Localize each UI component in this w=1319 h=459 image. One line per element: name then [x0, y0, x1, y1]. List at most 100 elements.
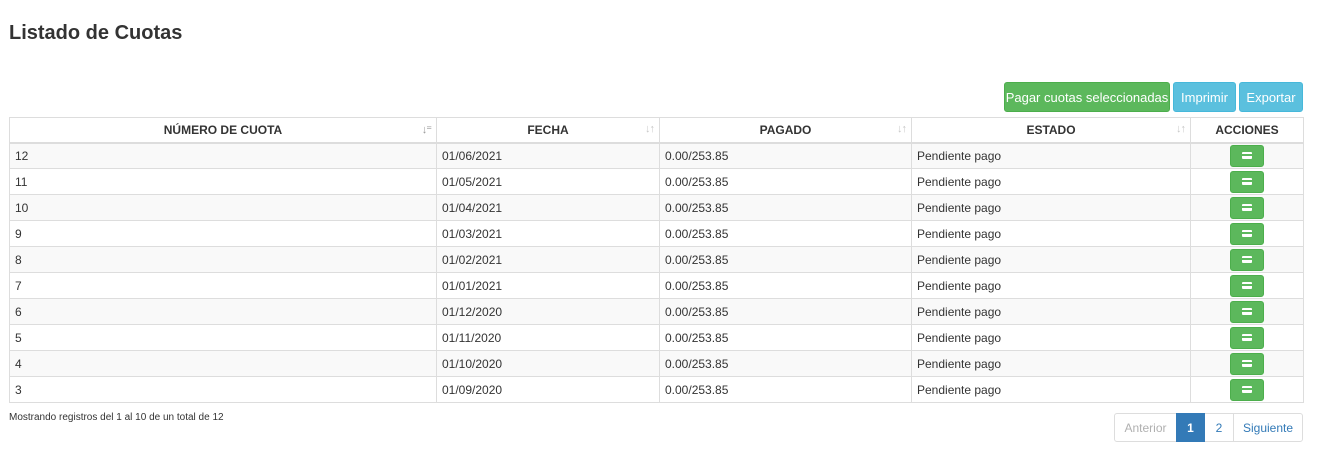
- cell-fecha: 01/05/2021: [436, 168, 660, 195]
- column-label: ESTADO: [1026, 122, 1076, 137]
- cell-pagado: 0.00/253.85: [659, 272, 912, 299]
- table-row[interactable]: 10 01/04/2021 0.00/253.85 Pendiente pago: [9, 194, 1304, 221]
- cell-numero: 3: [9, 376, 437, 403]
- pagination-page-2[interactable]: 2: [1204, 413, 1234, 442]
- pay-selected-button[interactable]: Pagar cuotas seleccionadas: [1004, 82, 1170, 112]
- cell-fecha: 01/12/2020: [436, 298, 660, 325]
- credit-card-icon: [1242, 386, 1252, 393]
- pagination-page-1[interactable]: 1: [1176, 413, 1205, 442]
- table-row[interactable]: 11 01/05/2021 0.00/253.85 Pendiente pago: [9, 168, 1304, 195]
- cell-fecha: 01/02/2021: [436, 246, 660, 273]
- column-label: FECHA: [527, 122, 569, 137]
- cell-estado: Pendiente pago: [911, 194, 1191, 221]
- column-header-pagado[interactable]: PAGADO ↓↑: [659, 117, 912, 144]
- cell-numero: 11: [9, 168, 437, 195]
- table-row[interactable]: 8 01/02/2021 0.00/253.85 Pendiente pago: [9, 246, 1304, 273]
- cuotas-table: NÚMERO DE CUOTA ↓⁼ FECHA ↓↑ PAGADO ↓↑ ES…: [9, 117, 1304, 403]
- cell-pagado: 0.00/253.85: [659, 142, 912, 169]
- page-title: Listado de Cuotas: [9, 22, 183, 44]
- pay-installment-button[interactable]: [1230, 352, 1264, 375]
- cell-acciones: [1190, 376, 1304, 403]
- pay-installment-button[interactable]: [1230, 378, 1264, 401]
- pay-installment-button[interactable]: [1230, 274, 1264, 297]
- cell-acciones: [1190, 246, 1304, 273]
- cell-pagado: 0.00/253.85: [659, 298, 912, 325]
- credit-card-icon: [1242, 204, 1252, 211]
- table-row[interactable]: 3 01/09/2020 0.00/253.85 Pendiente pago: [9, 376, 1304, 403]
- table-row[interactable]: 4 01/10/2020 0.00/253.85 Pendiente pago: [9, 350, 1304, 377]
- cell-acciones: [1190, 168, 1304, 195]
- sort-both-icon: ↓↑: [645, 123, 655, 135]
- cell-acciones: [1190, 142, 1304, 169]
- cell-acciones: [1190, 194, 1304, 221]
- table-header-row: NÚMERO DE CUOTA ↓⁼ FECHA ↓↑ PAGADO ↓↑ ES…: [9, 117, 1304, 144]
- cell-estado: Pendiente pago: [911, 324, 1191, 351]
- cell-estado: Pendiente pago: [911, 376, 1191, 403]
- pagination-next[interactable]: Siguiente: [1233, 413, 1303, 442]
- pagination: Anterior 1 2 Siguiente: [1114, 413, 1303, 442]
- cell-pagado: 0.00/253.85: [659, 220, 912, 247]
- cell-numero: 6: [9, 298, 437, 325]
- column-header-acciones: ACCIONES: [1190, 117, 1304, 144]
- cell-pagado: 0.00/253.85: [659, 324, 912, 351]
- cell-fecha: 01/06/2021: [436, 142, 660, 169]
- credit-card-icon: [1242, 308, 1252, 315]
- credit-card-icon: [1242, 230, 1252, 237]
- cell-pagado: 0.00/253.85: [659, 376, 912, 403]
- cell-fecha: 01/09/2020: [436, 376, 660, 403]
- cell-estado: Pendiente pago: [911, 298, 1191, 325]
- table-toolbar: Pagar cuotas seleccionadas Imprimir Expo…: [1004, 82, 1303, 112]
- cell-estado: Pendiente pago: [911, 272, 1191, 299]
- cell-fecha: 01/10/2020: [436, 350, 660, 377]
- pay-installment-button[interactable]: [1230, 300, 1264, 323]
- print-button[interactable]: Imprimir: [1173, 82, 1236, 112]
- column-label: NÚMERO DE CUOTA: [163, 122, 283, 137]
- credit-card-icon: [1242, 256, 1252, 263]
- table-row[interactable]: 9 01/03/2021 0.00/253.85 Pendiente pago: [9, 220, 1304, 247]
- cell-acciones: [1190, 324, 1304, 351]
- column-label: PAGADO: [759, 122, 812, 137]
- pay-installment-button[interactable]: [1230, 326, 1264, 349]
- pay-installment-button[interactable]: [1230, 222, 1264, 245]
- sort-both-icon: ↓↑: [897, 123, 907, 135]
- cell-numero: 4: [9, 350, 437, 377]
- cell-acciones: [1190, 298, 1304, 325]
- cell-pagado: 0.00/253.85: [659, 168, 912, 195]
- column-header-estado[interactable]: ESTADO ↓↑: [911, 117, 1191, 144]
- pay-installment-button[interactable]: [1230, 170, 1264, 193]
- cell-fecha: 01/11/2020: [436, 324, 660, 351]
- cell-estado: Pendiente pago: [911, 220, 1191, 247]
- cell-fecha: 01/03/2021: [436, 220, 660, 247]
- cell-numero: 9: [9, 220, 437, 247]
- cell-numero: 7: [9, 272, 437, 299]
- table-row[interactable]: 12 01/06/2021 0.00/253.85 Pendiente pago: [9, 142, 1304, 169]
- column-header-numero[interactable]: NÚMERO DE CUOTA ↓⁼: [9, 117, 437, 144]
- column-label: ACCIONES: [1215, 122, 1279, 137]
- cell-acciones: [1190, 220, 1304, 247]
- credit-card-icon: [1242, 152, 1252, 160]
- table-row[interactable]: 5 01/11/2020 0.00/253.85 Pendiente pago: [9, 324, 1304, 351]
- pagination-previous[interactable]: Anterior: [1114, 413, 1177, 442]
- table-row[interactable]: 7 01/01/2021 0.00/253.85 Pendiente pago: [9, 272, 1304, 299]
- cell-pagado: 0.00/253.85: [659, 246, 912, 273]
- cell-numero: 5: [9, 324, 437, 351]
- pay-installment-button[interactable]: [1230, 196, 1264, 219]
- table-row[interactable]: 6 01/12/2020 0.00/253.85 Pendiente pago: [9, 298, 1304, 325]
- export-button[interactable]: Exportar: [1239, 82, 1303, 112]
- credit-card-icon: [1242, 360, 1252, 367]
- cell-pagado: 0.00/253.85: [659, 194, 912, 221]
- column-header-fecha[interactable]: FECHA ↓↑: [436, 117, 660, 144]
- pay-installment-button[interactable]: [1230, 248, 1264, 271]
- cell-acciones: [1190, 350, 1304, 377]
- cell-numero: 10: [9, 194, 437, 221]
- cell-numero: 8: [9, 246, 437, 273]
- cell-estado: Pendiente pago: [911, 246, 1191, 273]
- credit-card-icon: [1242, 282, 1252, 289]
- pay-installment-button[interactable]: [1230, 144, 1264, 167]
- credit-card-icon: [1242, 178, 1252, 185]
- cell-acciones: [1190, 272, 1304, 299]
- sort-both-icon: ↓↑: [1176, 123, 1186, 135]
- cell-fecha: 01/01/2021: [436, 272, 660, 299]
- cell-estado: Pendiente pago: [911, 142, 1191, 169]
- table-info: Mostrando registros del 1 al 10 de un to…: [9, 412, 224, 423]
